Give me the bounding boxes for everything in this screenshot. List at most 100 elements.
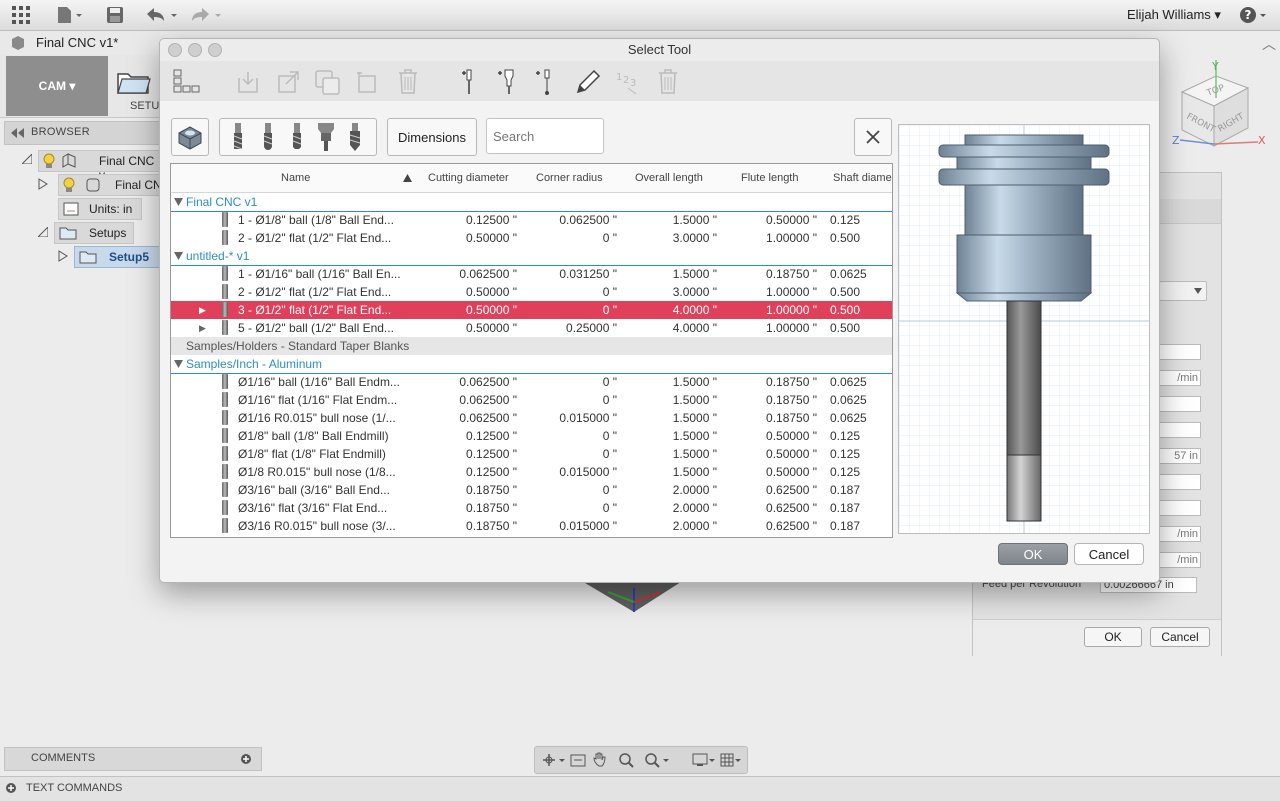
duplicate-icon[interactable] — [354, 68, 382, 96]
holder-tool-filter-icon[interactable] — [318, 123, 334, 151]
collapse-double-arrow-icon[interactable] — [11, 128, 25, 138]
expand-arrow-icon[interactable] — [58, 250, 68, 262]
fit-zoom-icon[interactable] — [645, 753, 669, 768]
pan-hand-icon[interactable] — [593, 752, 606, 767]
new-holder-icon[interactable] — [494, 68, 522, 96]
column-header-name[interactable]: Name — [281, 172, 310, 184]
view-cube[interactable]: TOP FRONT RIGHT Y X Z — [1168, 58, 1268, 158]
cancel-button[interactable]: Cancel — [1074, 543, 1144, 565]
tool-row[interactable]: 1 - Ø1/8" ball (1/8" Ball End... 0.12500 … — [171, 211, 892, 229]
panel-field[interactable]: /min — [1157, 552, 1201, 568]
zoom-icon[interactable] — [619, 753, 634, 768]
panel-dropdown[interactable] — [1159, 281, 1207, 301]
clear-filter-button[interactable] — [854, 118, 892, 156]
orbit-icon[interactable] — [543, 754, 565, 766]
panel-cancel-button[interactable]: Cancel — [1150, 627, 1210, 647]
panel-field[interactable] — [1157, 422, 1201, 438]
panel-ok-button[interactable]: OK — [1084, 627, 1142, 647]
display-settings-icon[interactable] — [692, 753, 715, 766]
grid-settings-icon[interactable] — [720, 753, 741, 767]
tool-row[interactable]: Ø1/16" ball (1/16" Ball Endm... 0.062500 … — [171, 373, 892, 391]
flat-endmill-filter-icon[interactable] — [233, 123, 243, 150]
export-icon[interactable] — [274, 68, 302, 96]
collapse-arrow-icon[interactable] — [174, 252, 183, 260]
expand-arrow-icon[interactable] — [38, 178, 48, 190]
redo-icon[interactable] — [188, 5, 224, 25]
expand-arrow-icon[interactable]: ▶ — [199, 323, 206, 334]
look-at-icon[interactable] — [570, 754, 586, 767]
browser-item-units[interactable]: Units: in — [58, 198, 142, 220]
tool-row[interactable]: ▶ 3 - Ø1/2" flat (1/2" Flat End... 0.50000… — [171, 301, 892, 319]
filter-holder-button[interactable] — [171, 118, 209, 156]
collapse-arrow-icon[interactable] — [174, 198, 183, 206]
column-header-cutting-diameter[interactable]: Cutting diameter — [428, 172, 509, 184]
lightbulb-icon[interactable] — [43, 153, 55, 169]
ok-button[interactable]: OK — [998, 543, 1068, 565]
panel-field[interactable]: /min — [1157, 526, 1201, 542]
group-row[interactable]: untitled-* v1 — [171, 247, 892, 266]
setup-folder-icon[interactable] — [116, 66, 152, 96]
add-comment-icon[interactable] — [241, 754, 251, 764]
text-commands-bar[interactable]: TEXT COMMANDS — [0, 776, 1280, 801]
app-grid-icon[interactable] — [10, 5, 32, 25]
browser-item-setup5[interactable]: Setup5 — [74, 246, 160, 268]
panel-field[interactable] — [1157, 474, 1201, 490]
drill-filter-icon[interactable] — [349, 123, 361, 151]
browser-item-part[interactable]: Final CN — [58, 174, 164, 196]
expand-arrow-icon[interactable]: ▶ — [199, 305, 206, 316]
delete-icon[interactable] — [394, 68, 422, 96]
sort-ascending-icon[interactable] — [403, 174, 412, 182]
column-header-shaft-diameter[interactable]: Shaft diame — [833, 172, 892, 184]
group-row[interactable]: Samples/Inch - Aluminum — [171, 355, 892, 374]
new-probe-icon[interactable] — [532, 68, 560, 96]
search-input[interactable] — [486, 118, 604, 154]
expand-toggle-icon[interactable] — [36, 225, 49, 238]
tool-row[interactable]: 2 - Ø1/2" flat (1/2" Flat End... 0.50000 … — [171, 229, 892, 247]
tool-row[interactable]: Ø1/16" flat (1/16" Flat Endm... 0.062500 … — [171, 391, 892, 409]
import-icon[interactable] — [234, 68, 262, 96]
new-mill-tool-icon[interactable] — [452, 68, 480, 96]
user-menu[interactable]: Elijah Williams ▾ — [1127, 7, 1221, 23]
tool-row[interactable]: Ø3/16 R0.015" bull nose (3/... 0.18750 " 0… — [171, 517, 892, 535]
group-row[interactable]: Samples/Holders - Standard Taper Blanks — [171, 337, 892, 355]
tool-row[interactable]: Ø3/16" ball (3/16" Ball End... 0.18750 " 0… — [171, 481, 892, 499]
browser-header[interactable]: BROWSER — [4, 121, 162, 145]
renumber-icon[interactable]: 123 — [614, 68, 642, 96]
column-header-flute-length[interactable]: Flute length — [741, 172, 798, 184]
tool-row[interactable]: Ø1/8" flat (1/8" Flat Endmill) 0.12500 " 0… — [171, 445, 892, 463]
tool-row[interactable]: Ø1/8" ball (1/8" Ball Endmill) 0.12500 " 0… — [171, 427, 892, 445]
ball-endmill-filter-icon[interactable] — [263, 123, 273, 150]
panel-field[interactable] — [1157, 396, 1201, 412]
tool-row[interactable]: 2 - Ø1/2" flat (1/2" Flat End... 0.50000 … — [171, 283, 892, 301]
document-tab[interactable]: Final CNC v1* — [0, 31, 160, 55]
delete-all-icon[interactable] — [654, 68, 682, 96]
lightbulb-icon[interactable] — [63, 177, 75, 193]
bull-nose-filter-icon[interactable] — [292, 123, 302, 149]
browser-item-setups[interactable]: Setups — [54, 222, 134, 244]
panel-field[interactable]: 57 in — [1157, 448, 1201, 464]
tool-row[interactable]: Ø1/8 R0.015" bull nose (1/8... 0.12500 " 0… — [171, 463, 892, 481]
tool-row[interactable]: Ø1/16 R0.015" bull nose (1/... 0.062500 "… — [171, 409, 892, 427]
add-icon[interactable] — [6, 783, 16, 793]
workspace-switcher[interactable]: CAM ▾ — [6, 56, 108, 116]
column-header-corner-radius[interactable]: Corner radius — [536, 172, 603, 184]
file-menu-icon[interactable] — [56, 5, 84, 25]
comments-bar[interactable]: COMMENTS — [4, 747, 262, 771]
tool-row[interactable]: Ø3/16" flat (3/16" Flat End... 0.18750 " 0… — [171, 499, 892, 517]
tool-row[interactable]: 1 - Ø1/16" ball (1/16" Ball En... 0.06250… — [171, 265, 892, 283]
panel-field[interactable] — [1157, 500, 1201, 516]
help-icon[interactable]: ? — [1238, 5, 1268, 25]
undo-icon[interactable] — [144, 5, 180, 25]
save-icon[interactable] — [104, 5, 126, 25]
collapse-arrow-icon[interactable] — [174, 360, 183, 368]
group-row[interactable]: Final CNC v1 — [171, 193, 892, 212]
panel-field[interactable]: /min — [1157, 370, 1201, 386]
chevron-up-icon[interactable]: ︿ — [1262, 34, 1276, 54]
column-header-overall-length[interactable]: Overall length — [635, 172, 703, 184]
tree-view-icon[interactable] — [172, 68, 200, 96]
expand-toggle-icon[interactable] — [20, 152, 33, 165]
dimensions-button[interactable]: Dimensions — [387, 118, 477, 156]
tool-row[interactable]: ▶ 5 - Ø1/2" ball (1/2" Ball End... 0.50000… — [171, 319, 892, 337]
browser-item-document[interactable]: Final CNC v — [38, 150, 164, 182]
edit-icon[interactable] — [574, 68, 602, 96]
